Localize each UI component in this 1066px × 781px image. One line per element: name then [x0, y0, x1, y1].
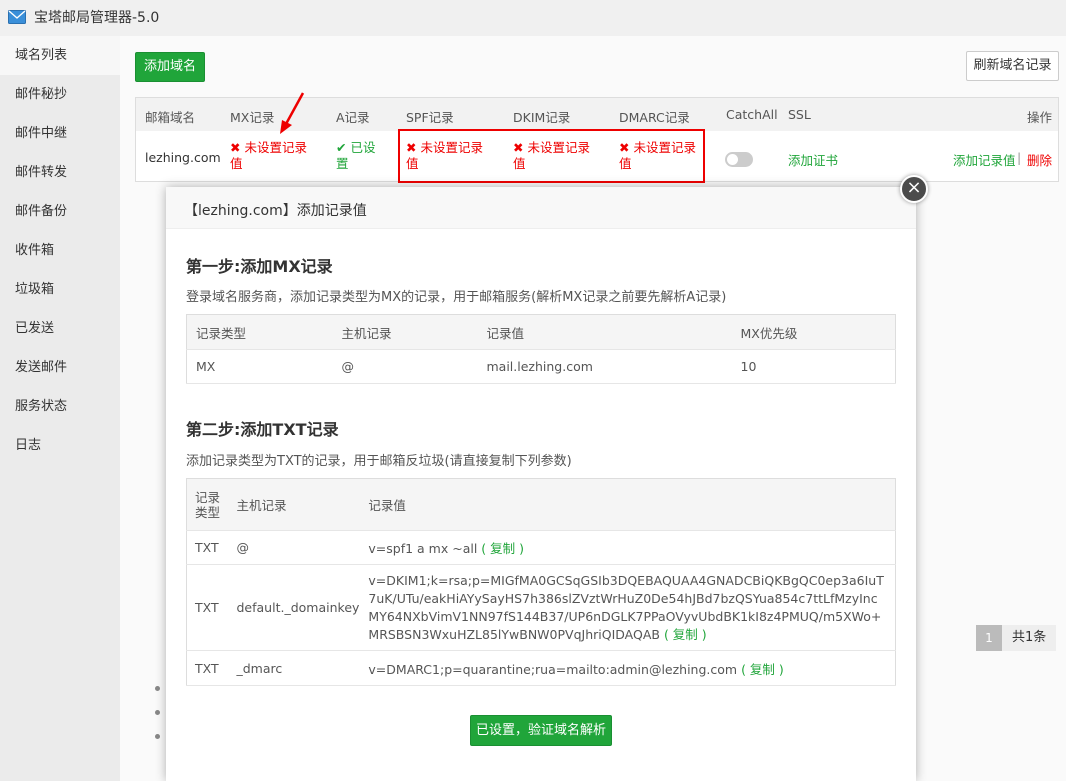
delete-link[interactable]: 删除: [1027, 150, 1052, 169]
step1-title: 第一步:添加MX记录: [186, 257, 333, 276]
header-domain: 邮箱域名: [145, 110, 196, 125]
cross-icon: ✖: [230, 140, 241, 155]
mx-header-priority: MX优先级: [731, 314, 896, 350]
step1-desc: 登录域名服务商，添加记录类型为MX的记录，用于邮箱服务(解析MX记录之前要先解析…: [186, 290, 727, 305]
header-mx: MX记录: [230, 110, 275, 125]
add-certificate-link[interactable]: 添加证书: [788, 150, 838, 169]
add-domain-button[interactable]: 添加域名: [135, 52, 205, 82]
header-dmarc: DMARC记录: [619, 110, 690, 125]
txt-dmarc-host: _dmarc: [227, 650, 360, 686]
sidebar-item-mail-forward[interactable]: 邮件转发: [0, 153, 120, 192]
mx-value: mail.lezhing.com: [477, 349, 732, 384]
red-highlight-box: [398, 129, 705, 183]
header-ssl: SSL: [788, 107, 811, 122]
mx-header-type: 记录类型: [186, 314, 333, 350]
a-status-text: 已设: [350, 140, 376, 155]
mx-header-value: 记录值: [477, 314, 732, 350]
a-status: ✔ 已设 置: [336, 140, 375, 172]
sidebar-item-mail-backup[interactable]: 邮件备份: [0, 192, 120, 231]
mail-icon: [8, 10, 26, 24]
header-dkim: DKIM记录: [513, 110, 571, 125]
pagination: 1 共1条: [976, 625, 1057, 651]
txt-dmarc-value: v=DMARC1;p=quarantine;rua=mailto:admin@l…: [368, 661, 738, 677]
txt-dkim-host: default._domainkey: [227, 564, 360, 651]
txt-spf-host: @: [227, 530, 360, 565]
mx-status: ✖ 未设置记录 值: [230, 140, 307, 172]
sidebar-item-service-status[interactable]: 服务状态: [0, 387, 120, 426]
verify-dns-button[interactable]: 已设置，验证域名解析: [470, 715, 612, 746]
sidebar-item-inbox[interactable]: 收件箱: [0, 231, 120, 270]
ops-separator: |: [1017, 150, 1022, 165]
mx-status-text: 未设置记录: [244, 140, 307, 155]
mx-header-host: 主机记录: [332, 314, 478, 350]
sidebar-item-send-mail[interactable]: 发送邮件: [0, 348, 120, 387]
header-spf: SPF记录: [406, 110, 454, 125]
copy-spf-button[interactable]: ( 复制 ): [481, 541, 524, 556]
step2-desc: 添加记录类型为TXT的记录，用于邮箱反垃圾(请直接复制下列参数): [186, 454, 572, 469]
add-record-modal: 【lezhing.com】添加记录值 第一步:添加MX记录 登录域名服务商，添加…: [166, 187, 916, 781]
check-icon: ✔: [336, 140, 347, 155]
page-number[interactable]: 1: [976, 625, 1002, 651]
txt-record-table: 记录 类型 主机记录 记录值 TXT @ v=spf1 a mx ~all ( …: [186, 478, 896, 686]
title-bar: 宝塔邮局管理器-5.0: [0, 0, 1066, 34]
txt-spf-value: v=spf1 a mx ~all: [368, 541, 478, 556]
mx-priority: 10: [731, 349, 896, 384]
close-modal-button[interactable]: ×: [900, 175, 928, 203]
sidebar-item-sent[interactable]: 已发送: [0, 309, 120, 348]
txt-header-host: 主机记录: [227, 478, 360, 531]
mx-status-text-2: 值: [230, 156, 243, 171]
sidebar: 域名列表 邮件秘抄 邮件中继 邮件转发 邮件备份 收件箱 垃圾箱 已发送 发送邮…: [0, 36, 120, 781]
window-title: 宝塔邮局管理器-5.0: [34, 10, 160, 26]
sidebar-item-mail-relay[interactable]: 邮件中继: [0, 114, 120, 153]
add-record-link[interactable]: 添加记录值: [953, 150, 1016, 169]
catchall-toggle[interactable]: [725, 152, 753, 167]
sidebar-item-spam[interactable]: 垃圾箱: [0, 270, 120, 309]
close-icon: ×: [906, 177, 922, 198]
sidebar-item-domain-list[interactable]: 域名列表: [0, 36, 120, 75]
txt-spf-type: TXT: [186, 530, 228, 565]
refresh-records-button[interactable]: 刷新域名记录: [966, 51, 1059, 81]
header-ops: 操作: [1027, 110, 1053, 125]
txt-header-value: 记录值: [359, 478, 896, 531]
txt-dmarc-type: TXT: [186, 650, 228, 686]
step2-title: 第二步:添加TXT记录: [186, 420, 339, 439]
mx-type: MX: [186, 349, 333, 384]
mx-host: @: [332, 349, 478, 384]
total-count: 共1条: [1002, 625, 1057, 651]
copy-dmarc-button[interactable]: ( 复制 ): [741, 662, 784, 677]
sidebar-item-mail-bcc[interactable]: 邮件秘抄: [0, 75, 120, 114]
txt-header-type-2: 类型: [195, 504, 221, 520]
txt-dkim-type: TXT: [186, 564, 228, 651]
header-catchall: CatchAll: [726, 107, 778, 122]
red-arrow-annotation: [280, 92, 305, 134]
header-a: A记录: [336, 110, 370, 125]
txt-dkim-value: v=DKIM1;k=rsa;p=MIGfMA0GCSqGSIb3DQEBAQUA…: [368, 572, 884, 642]
txt-header-type: 记录 类型: [186, 478, 228, 531]
copy-dkim-button[interactable]: ( 复制 ): [664, 627, 707, 642]
sidebar-item-logs[interactable]: 日志: [0, 426, 120, 465]
a-status-text-2: 置: [336, 156, 349, 171]
mx-record-table: 记录类型 主机记录 记录值 MX优先级 MX @ mail.lezhing.co…: [186, 314, 896, 384]
modal-title: 【lezhing.com】添加记录值: [166, 187, 916, 229]
txt-header-type-1: 记录: [195, 489, 221, 505]
domain-name: lezhing.com: [145, 150, 221, 165]
